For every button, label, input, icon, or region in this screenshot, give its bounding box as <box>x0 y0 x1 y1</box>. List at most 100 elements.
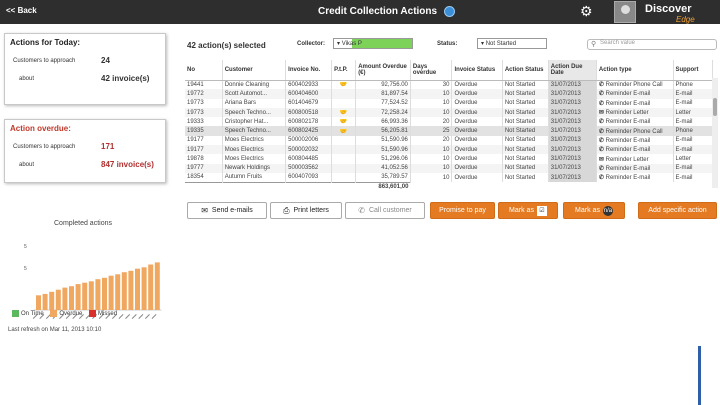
handshake-icon <box>331 145 357 155</box>
cell-action-status: Not Started <box>502 163 549 173</box>
phone-icon: ✆ <box>598 82 606 89</box>
table-scrollbar[interactable] <box>712 78 718 188</box>
cell-support: E-mail <box>673 117 713 127</box>
table-row[interactable]: 19177 Moes Electrics 500002032 51,590.96 10 O… <box>185 145 713 155</box>
globe-icon[interactable] <box>444 6 455 17</box>
call-customer-button[interactable]: ✆ Call customer <box>345 202 425 219</box>
print-letters-label: Print letters <box>293 207 329 214</box>
chart-bar <box>128 270 134 310</box>
cell-customer: Donnie Cleaning <box>222 80 287 90</box>
col-action-status[interactable]: Action Status <box>502 60 549 81</box>
handshake-icon: 🤝 <box>331 117 357 127</box>
cell-action-type: ✆ Reminder E-mail <box>596 89 674 99</box>
cell-customer: Autumn Fruits <box>222 172 287 183</box>
cell-days: 20 <box>410 117 453 127</box>
cell-invoice: 500003562 <box>285 163 333 173</box>
chart-canvas: 55 <box>24 244 162 319</box>
cell-amount: 77,524.52 <box>355 98 411 108</box>
table-row[interactable]: 19177 Moes Electrics 500002006 51,590.96 20 O… <box>185 135 713 146</box>
call-customer-label: Call customer <box>368 207 412 214</box>
col-support[interactable]: Support <box>673 60 713 81</box>
col-days[interactable]: Days overdue <box>410 60 453 81</box>
cell-no: 18354 <box>185 172 223 183</box>
x-tick-mark <box>151 314 157 319</box>
cell-due-date: 31/07/2013 <box>548 117 597 127</box>
col-amount[interactable]: Amount Overdue (€) <box>355 60 411 81</box>
cell-due-date: 31/07/2013 <box>548 145 597 155</box>
cell-action-status: Not Started <box>502 98 549 108</box>
collector-select[interactable]: ▾ Vikas P <box>333 38 413 49</box>
decorative-bracket <box>698 346 706 405</box>
cell-invoice: 600404600 <box>285 89 333 99</box>
cell-invoice-status: Overdue <box>451 163 503 173</box>
mark-as-label-1: Mark as <box>509 207 534 214</box>
print-letters-button[interactable]: ⎙ Print letters <box>270 202 342 219</box>
mark-as-na-button[interactable]: Mark as n/a <box>563 202 625 219</box>
mark-as-done-button[interactable]: Mark as ☑ <box>498 202 558 219</box>
today-row2-label: about <box>19 76 35 82</box>
chart-bar <box>135 268 140 310</box>
promise-to-pay-button[interactable]: Promise to pay <box>430 202 495 219</box>
cell-support: Letter <box>673 107 713 118</box>
action-type-label: Reminder Letter <box>605 110 649 117</box>
col-no[interactable]: No <box>185 60 223 81</box>
cell-days: 10 <box>410 98 453 108</box>
cell-action-status: Not Started <box>502 107 549 118</box>
table-row[interactable]: 19773 Speech Techno... 600800518 🤝 72,258.24… <box>185 107 713 118</box>
completed-actions-chart: Completed actions 55 <box>6 216 166 344</box>
x-tick-mark <box>131 314 137 319</box>
phone-icon: ✆ <box>598 147 606 154</box>
col-ptp[interactable]: P.t.P. <box>331 60 357 81</box>
cell-amount: 51,296.06 <box>355 154 411 164</box>
cell-invoice: 500002032 <box>285 145 333 155</box>
col-invoice-status[interactable]: Invoice Status <box>451 60 503 81</box>
avatar[interactable] <box>614 1 636 23</box>
phone-icon: ✆ <box>598 128 606 135</box>
col-invoice[interactable]: Invoice No. <box>285 60 333 81</box>
envelope-icon: ✉ <box>598 110 606 117</box>
cell-action-type: ✉ Reminder Letter <box>596 107 674 118</box>
add-specific-action-button[interactable]: Add specific action <box>638 202 717 219</box>
cell-invoice: 600802178 <box>285 117 333 127</box>
gear-icon[interactable]: ⚙ <box>580 4 593 18</box>
cell-action-type: ✆ Reminder E-mail <box>596 98 674 108</box>
table-row[interactable]: 19772 Scott Automot... 600404600 81,897.54 1… <box>185 89 713 99</box>
table-row[interactable]: 18354 Autumn Fruits 600407093 35,789.57 10 Ov… <box>185 172 713 183</box>
scrollbar-thumb[interactable] <box>713 98 717 116</box>
cell-amount: 92,756.00 <box>355 80 411 90</box>
table-row[interactable]: 19777 Newark Holdings 500003562 41,052.56 10… <box>185 163 713 173</box>
col-due-date[interactable]: Action Due Date <box>548 60 597 81</box>
overdue-row2-value: 847 invoice(s) <box>101 160 154 169</box>
overdue-panel-title: Action overdue: <box>10 124 71 133</box>
table-row[interactable]: 19878 Moes Electrics 600804485 51,296.06 10 O… <box>185 154 713 164</box>
phone-icon: ✆ <box>598 165 606 172</box>
cell-customer: Scott Automot... <box>222 89 287 99</box>
table-body: 19441 Donnie Cleaning 600402933 🤝 92,756.00 3… <box>185 80 713 183</box>
back-button[interactable]: << Back <box>6 6 37 15</box>
cell-action-type: ✆ Reminder E-mail <box>596 172 674 183</box>
col-customer[interactable]: Customer <box>222 60 287 81</box>
cell-action-type: ✆ Reminder Phone Call <box>596 80 674 90</box>
x-tick-mark <box>138 314 144 319</box>
action-type-label: Reminder E-mail <box>605 137 651 144</box>
table-row[interactable]: 19335 Speech Techno... 600802425 🤝 56,205.81… <box>185 126 713 136</box>
table-row[interactable]: 19441 Donnie Cleaning 600402933 🤝 92,756.00 3… <box>185 80 713 90</box>
mark-as-label-2: Mark as <box>575 207 600 214</box>
table-row[interactable]: 19773 Ariana Bars 601404679 77,524.52 10 Over… <box>185 98 713 108</box>
send-emails-button[interactable]: ✉ Send e-mails <box>187 202 267 219</box>
status-label: Status: <box>437 41 458 47</box>
handshake-icon <box>331 89 357 99</box>
cell-days: 20 <box>410 135 453 146</box>
cell-action-status: Not Started <box>502 145 549 155</box>
handshake-icon <box>331 163 357 173</box>
phone-icon: ✆ <box>598 100 606 107</box>
today-row2-value: 42 invoice(s) <box>101 74 150 83</box>
envelope-icon: ✉ <box>201 206 208 215</box>
status-select[interactable]: ▾ Not Started <box>477 38 547 49</box>
search-input[interactable]: Search value <box>587 39 717 50</box>
table-row[interactable]: 19333 Cristopher Hat... 600802178 🤝 66,993.3… <box>185 117 713 127</box>
col-action-type[interactable]: Action type <box>596 60 674 81</box>
cell-support: E-mail <box>673 98 713 108</box>
promise-to-pay-label: Promise to pay <box>439 207 486 214</box>
cell-amount: 56,205.81 <box>355 126 411 136</box>
